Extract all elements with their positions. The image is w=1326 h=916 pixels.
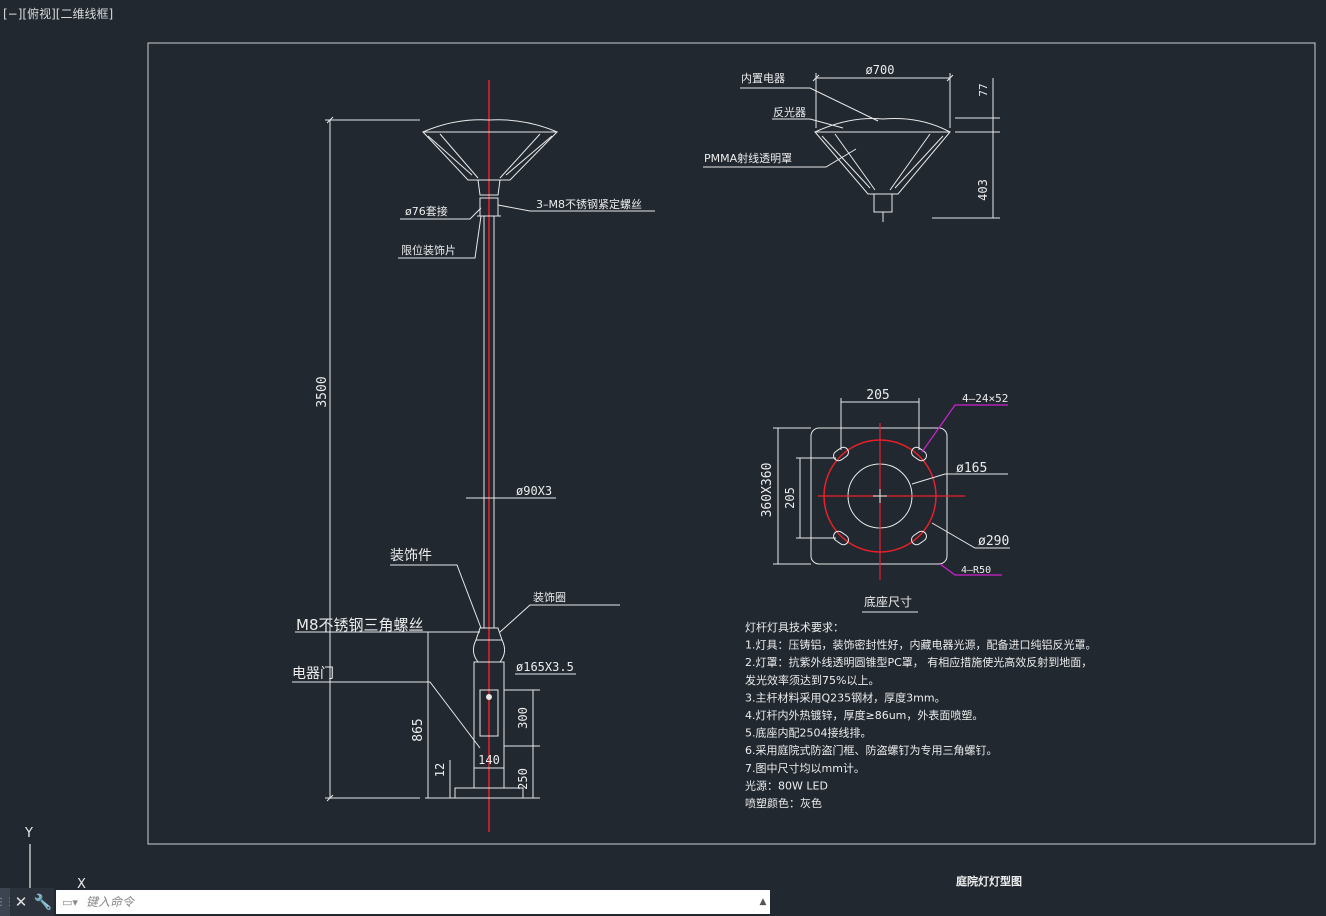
label-set-screw: 3–M8不锈钢紧定螺丝 [536, 197, 642, 211]
command-line-grip[interactable]: ⋮⋮ [0, 888, 15, 916]
pole-lamp-head [421, 131, 559, 181]
dim-base-height: 865 [411, 718, 426, 741]
label-limit-piece: 限位装饰片 [401, 243, 456, 257]
dim-plate-size: 360X360 [760, 463, 775, 518]
label-door: 电器门 [292, 666, 334, 682]
dim-lamp-width: ø700 [866, 63, 895, 77]
label-ornament-ring: 装饰圈 [533, 590, 566, 604]
tech-note-line: 1.灯具：压铸铝，装饰密封性好，内藏电器光源，配备进口纯铝反光罩。 [745, 638, 1097, 652]
dim-door-height: 300 [516, 707, 530, 729]
tech-note-line: 2.灯罩：抗紫外线透明圆锥型PC罩， 有相应措施使光高效反射到地面， [745, 655, 1092, 669]
command-line-bar: ⋮⋮ ✕ 🔧 ▭▾ ▲ [0, 888, 770, 916]
ucs-x-label: X [77, 877, 86, 888]
tech-note-line: 光源：80W LED [745, 778, 828, 792]
label-bolt-circle: ø290 [978, 534, 1009, 549]
label-tri-screw: M8不锈钢三角螺丝 [296, 616, 424, 634]
label-socket: ø76套接 [405, 205, 448, 218]
base-plate-caption: 底座尺寸 [864, 594, 912, 609]
pole-view-text: 3500 865 12 300 250 140 ø76套接 3–M8不锈钢紧定螺… [292, 197, 642, 790]
dim-bolt-spacing-h: 205 [866, 388, 889, 403]
label-reflector: 反光器 [773, 105, 806, 119]
tech-note-line: 7.图中尺寸均以mm计。 [745, 761, 865, 775]
dim-lamp-top: 77 [977, 83, 990, 96]
tech-note-line: 3.主杆材料采用Q235钢材，厚度3mm。 [745, 690, 946, 704]
base-plate-view [773, 398, 1010, 613]
label-cover: PMMA射线透明罩 [704, 151, 792, 165]
command-prompt-icon[interactable]: ▭▾ [56, 890, 84, 914]
label-driver: 内置电器 [741, 71, 785, 85]
tech-note-line: 发光效率须达到75%以上。 [745, 673, 879, 687]
label-slots: 4–24×52 [962, 392, 1008, 405]
label-ornament: 装饰件 [390, 548, 432, 564]
tech-note-line: 喷塑颜色：灰色 [745, 796, 822, 810]
base-plate-leaders [921, 404, 1008, 576]
drawing-canvas[interactable]: 3500 865 12 300 250 140 ø76套接 3–M8不锈钢紧定螺… [0, 0, 1326, 888]
lamp-head-view [703, 73, 1000, 222]
tech-notes: 灯杆灯具技术要求： 1.灯具：压铸铝，装饰密封性好，内藏电器光源，配备进口纯铝反光… [745, 620, 1097, 810]
dim-bolt-spacing-v: 205 [783, 487, 797, 509]
ucs-y-label: Y [24, 826, 33, 841]
dim-lamp-height: 403 [976, 179, 990, 201]
pole-view [292, 80, 655, 832]
command-field[interactable]: ▭▾ ▲ [56, 890, 770, 914]
wrench-icon[interactable]: 🔧 [32, 888, 54, 916]
tech-note-line: 6.采用庭院式防盗门框、防盗螺钉为专用三角螺钉。 [745, 743, 998, 757]
label-corner-radius: 4–R50 [961, 565, 991, 576]
label-pole-diameter: ø90X3 [516, 484, 552, 498]
label-base-diameter: ø165X3.5 [516, 660, 574, 674]
dim-pole-height: 3500 [315, 376, 330, 407]
label-hole-diameter: ø165 [956, 461, 987, 476]
tech-note-line: 灯杆灯具技术要求： [745, 620, 844, 634]
tech-note-line: 5.底座内配2504接线排。 [745, 726, 872, 740]
dim-flange: 12 [433, 763, 447, 777]
dim-door-width: 140 [478, 753, 500, 767]
dim-base-section: 250 [516, 768, 530, 790]
command-input[interactable] [84, 891, 756, 913]
drawing-title: 庭院灯灯型图 [956, 874, 1022, 888]
base-plate-view-text: 205 205 360X360 4–24×52 ø165 ø290 4–R50 … [760, 388, 1009, 609]
tech-note-line: 4.灯杆内外热镀锌，厚度≥86um，外表面喷塑。 [745, 708, 983, 722]
command-history-up-icon[interactable]: ▲ [756, 890, 770, 914]
close-icon[interactable]: ✕ [10, 888, 32, 916]
